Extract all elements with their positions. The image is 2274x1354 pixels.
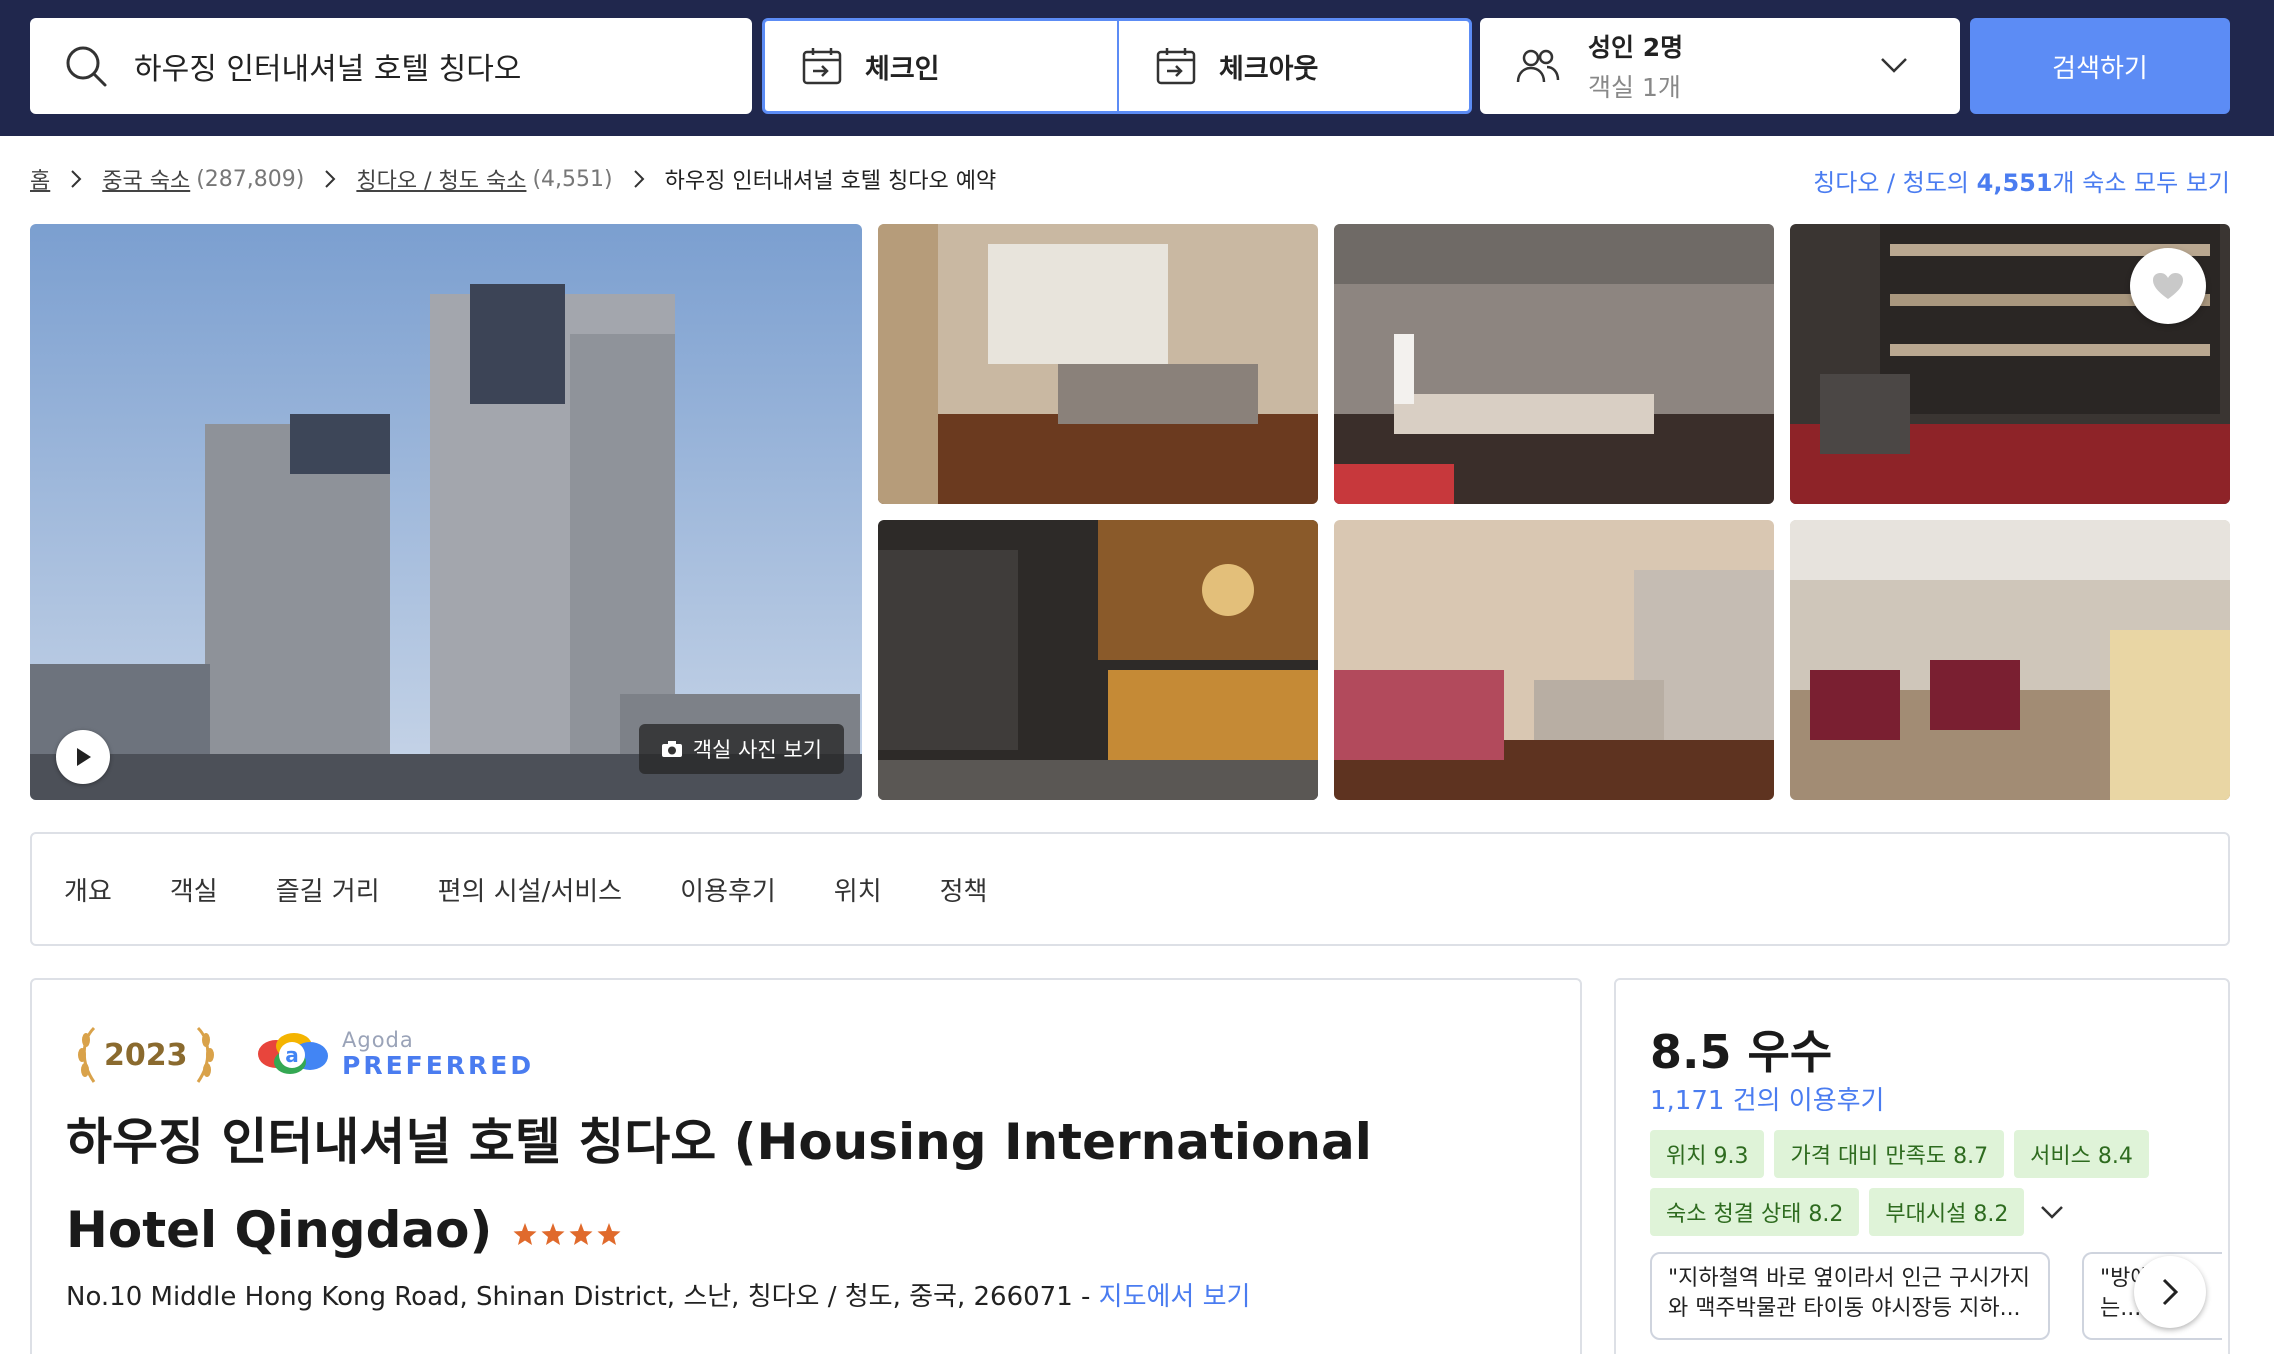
section-tabs: 개요 객실 즐길 거리 편의 시설/서비스 이용후기 위치 정책	[30, 832, 2230, 946]
star-rating	[512, 1221, 622, 1247]
gallery-photo-dining[interactable]	[1790, 520, 2230, 800]
review-snippet[interactable]: "지하철역 바로 옆이라서 인근 구시가지와 맥주박물관 타이동 야시장등 지하…	[1650, 1252, 2050, 1340]
play-video-button[interactable]	[56, 730, 110, 784]
award-year: 2023	[104, 1037, 188, 1073]
tab-location[interactable]: 위치	[834, 871, 882, 908]
badge-preferred-text: PREFERRED	[342, 1051, 535, 1080]
search-button[interactable]: 검색하기	[1970, 18, 2230, 114]
star-icon	[513, 1222, 537, 1245]
camera-icon	[661, 740, 683, 758]
agoda-preferred-badge: a Agoda PREFERRED	[254, 1030, 534, 1078]
destination-search-field[interactable]: 하우징 인터내셔널 호텔 칭다오	[30, 18, 752, 114]
gallery-photo-library[interactable]	[1790, 224, 2230, 504]
breadcrumb-country-count: (287,809)	[196, 166, 305, 192]
address-text: No.10 Middle Hong Kong Road, Shinan Dist…	[66, 1282, 1099, 1312]
checkout-field[interactable]: 체크아웃	[1117, 21, 1469, 111]
subscore-facilities: 부대시설 8.2	[1869, 1188, 2025, 1236]
review-summary-card: 8.5 우수 1,171 건의 이용후기 위치 9.3 가격 대비 만족도 8.…	[1614, 978, 2230, 1354]
date-picker[interactable]: 체크인 체크아웃	[762, 18, 1472, 114]
occupancy-rooms: 객실 1개	[1588, 73, 1681, 102]
view-on-map-link[interactable]: 지도에서 보기	[1099, 1282, 1251, 1312]
guests-icon	[1516, 46, 1560, 86]
breadcrumb-city-count: (4,551)	[532, 166, 613, 192]
tab-rooms[interactable]: 객실	[170, 871, 218, 908]
breadcrumb-city[interactable]: 칭다오 / 청도 숙소	[356, 163, 526, 195]
play-icon	[73, 746, 93, 768]
tab-things-to-do[interactable]: 즐길 거리	[276, 871, 380, 908]
star-icon	[569, 1222, 593, 1245]
gallery-photo-suite[interactable]	[1334, 520, 1774, 800]
next-review-button[interactable]	[2134, 1256, 2206, 1328]
subscore-chips: 위치 9.3 가격 대비 만족도 8.7 서비스 8.4 숙소 청결 상태 8.…	[1650, 1130, 2210, 1236]
room-photos-button[interactable]: 객실 사진 보기	[638, 724, 844, 774]
subscore-location: 위치 9.3	[1650, 1130, 1765, 1178]
tab-overview[interactable]: 개요	[64, 871, 112, 908]
gallery-photo-lobby[interactable]	[878, 520, 1318, 800]
calendar-icon	[1155, 46, 1197, 86]
checkout-label: 체크아웃	[1219, 53, 1319, 85]
search-header: 하우징 인터내셔널 호텔 칭다오 체크인 체크아웃 성인 2명 객실 1개 검색…	[0, 0, 2274, 136]
review-count-link[interactable]: 1,171 건의 이용후기	[1650, 1080, 1884, 1117]
svg-text:a: a	[285, 1043, 299, 1067]
chevron-down-icon[interactable]	[2040, 1204, 2064, 1220]
chevron-right-icon	[633, 169, 645, 189]
favorite-button[interactable]	[2130, 248, 2206, 324]
chevron-right-icon	[324, 169, 336, 189]
gallery-photo-room[interactable]	[878, 224, 1318, 504]
room-photos-label: 객실 사진 보기	[692, 738, 822, 762]
calendar-icon	[801, 46, 843, 86]
award-badge: 2023	[76, 1026, 216, 1084]
see-all-count: 4,551	[1976, 169, 2053, 197]
occupancy-adults: 성인 2명	[1588, 33, 1684, 62]
subscore-service: 서비스 8.4	[2014, 1130, 2149, 1178]
search-icon	[64, 44, 108, 88]
gallery-photo-restaurant-buffet[interactable]	[1334, 224, 1774, 504]
see-all-prefix: 칭다오 / 청도의	[1813, 169, 1977, 197]
hotel-info-card: 2023 a Agoda PREFERRED 하우징 인터내셔널 호텔 칭다오 …	[30, 978, 1582, 1354]
see-all-properties-link[interactable]: 칭다오 / 청도의 4,551개 숙소 모두 보기	[1813, 163, 2230, 198]
chevron-down-icon	[1880, 56, 1908, 74]
checkin-field[interactable]: 체크인	[765, 21, 1117, 111]
hotel-address: No.10 Middle Hong Kong Road, Shinan Dist…	[66, 1276, 1250, 1313]
see-all-suffix: 개 숙소 모두 보기	[2052, 169, 2230, 197]
checkin-label: 체크인	[865, 53, 940, 85]
hotel-name: 하우징 인터내셔널 호텔 칭다오 (Housing International …	[66, 1113, 1372, 1259]
breadcrumb-country[interactable]: 중국 숙소	[102, 163, 190, 195]
heart-icon	[2151, 271, 2185, 301]
destination-input[interactable]: 하우징 인터내셔널 호텔 칭다오	[134, 44, 521, 88]
occupancy-selector[interactable]: 성인 2명 객실 1개	[1480, 18, 1960, 114]
star-icon	[541, 1222, 565, 1245]
subscore-value: 가격 대비 만족도 8.7	[1774, 1130, 2005, 1178]
breadcrumb: 홈 중국 숙소 (287,809) 칭다오 / 청도 숙소 (4,551) 하우…	[30, 163, 996, 195]
agoda-logo-icon: a	[254, 1030, 332, 1078]
laurel-right-icon	[194, 1026, 216, 1084]
badge-agoda-text: Agoda	[342, 1028, 414, 1052]
chevron-right-icon	[70, 169, 82, 189]
tab-reviews[interactable]: 이용후기	[680, 871, 776, 908]
chevron-right-icon	[2161, 1277, 2179, 1307]
breadcrumb-home[interactable]: 홈	[30, 163, 50, 195]
laurel-left-icon	[76, 1026, 98, 1084]
subscore-cleanliness: 숙소 청결 상태 8.2	[1650, 1188, 1860, 1236]
tab-facilities[interactable]: 편의 시설/서비스	[438, 871, 622, 908]
breadcrumb-current: 하우징 인터내셔널 호텔 칭다오 예약	[664, 169, 997, 194]
review-score: 8.5 우수	[1650, 1025, 1833, 1079]
star-icon	[597, 1222, 621, 1245]
tab-policies[interactable]: 정책	[940, 871, 988, 908]
main-hotel-photo[interactable]: 객실 사진 보기	[30, 224, 862, 800]
hotel-name-heading: 하우징 인터내셔널 호텔 칭다오 (Housing International …	[66, 1098, 1516, 1274]
